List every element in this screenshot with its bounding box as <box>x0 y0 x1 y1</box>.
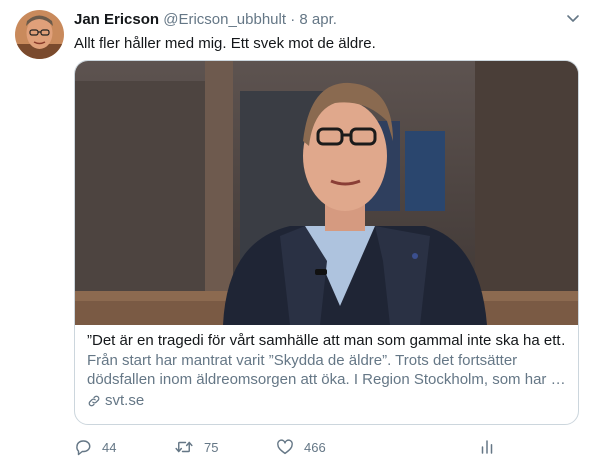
card-image <box>75 61 578 325</box>
like-count: 466 <box>304 439 326 455</box>
tweet-date[interactable]: 8 apr. <box>299 11 337 28</box>
card-title[interactable]: ”Det är en tragedi för vårt samhälle att… <box>87 331 566 351</box>
tweet-header: Jan Ericson @Ericson_ubbhult · 8 apr. <box>74 10 337 30</box>
analytics-button[interactable] <box>478 438 496 456</box>
tweet[interactable]: Jan Ericson @Ericson_ubbhult · 8 apr. Al… <box>0 0 591 465</box>
separator-dot: · <box>290 11 296 28</box>
reply-count: 44 <box>102 439 117 455</box>
card-description-line-1: Från start har mantrat varit ”Skydda de … <box>87 352 518 369</box>
author-name[interactable]: Jan Ericson <box>74 11 159 28</box>
like-button[interactable]: 466 <box>276 438 326 456</box>
card-description: Från start har mantrat varit ”Skydda de … <box>87 351 566 389</box>
avatar[interactable] <box>15 10 64 59</box>
tweet-actions: 44 75 466 <box>74 436 579 458</box>
link-card[interactable]: ”Det är en tragedi för vårt samhälle att… <box>74 60 579 425</box>
retweet-icon <box>175 441 193 453</box>
card-domain[interactable]: svt.se <box>87 391 566 411</box>
analytics-icon <box>481 440 493 454</box>
tweet-text: Allt fler håller med mig. Ett svek mot d… <box>74 35 376 52</box>
reply-button[interactable]: 44 <box>74 438 116 456</box>
reply-icon <box>76 440 91 456</box>
card-body: ”Det är en tragedi för vårt samhälle att… <box>75 325 578 411</box>
card-domain-text: svt.se <box>105 392 145 409</box>
link-icon <box>88 395 100 407</box>
retweet-count: 75 <box>204 439 219 455</box>
chevron-down-icon[interactable] <box>565 10 581 26</box>
retweet-button[interactable]: 75 <box>174 438 218 456</box>
heart-icon <box>277 439 293 455</box>
author-handle[interactable]: @Ericson_ubbhult <box>163 11 286 28</box>
card-description-line-2: dödsfallen inom äldreomsorgen att öka. I… <box>87 371 566 388</box>
